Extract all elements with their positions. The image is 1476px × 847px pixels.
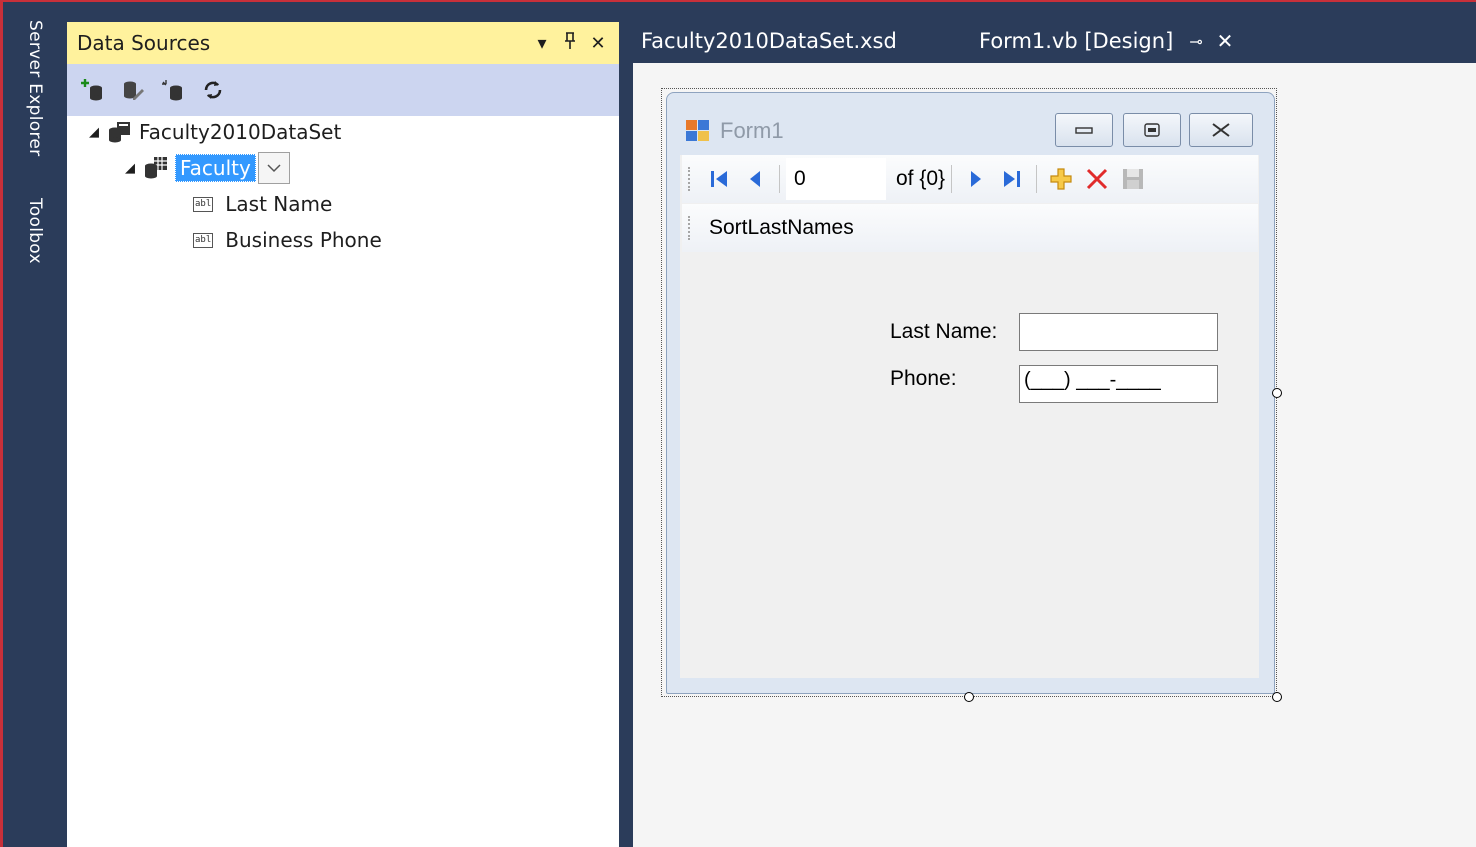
count-label: of {0} <box>896 167 946 190</box>
move-first-icon <box>711 171 727 187</box>
maximize-button[interactable] <box>1123 113 1181 147</box>
last-name-label: Last Name: <box>890 320 998 343</box>
toolstrip-grip[interactable] <box>688 216 693 240</box>
expand-arrow-icon[interactable]: ◢ <box>89 125 107 140</box>
move-last-button[interactable] <box>994 161 1030 197</box>
pin-icon[interactable]: ⊸ <box>1189 32 1202 51</box>
separator <box>951 165 953 193</box>
move-previous-icon <box>750 171 760 187</box>
save-button[interactable] <box>1115 161 1151 197</box>
delete-button[interactable] <box>1079 161 1115 197</box>
data-sources-header: Data Sources ▾ ✕ <box>67 22 619 64</box>
resize-handle-right[interactable] <box>1272 388 1282 398</box>
position-textbox[interactable]: 0 <box>786 158 886 200</box>
tab-dataset-xsd[interactable]: Faculty2010DataSet.xsd <box>641 22 897 60</box>
tree-item-table[interactable]: ◢ Faculty <box>125 152 290 184</box>
panel-splitter[interactable] <box>619 2 633 847</box>
menu-strip: SortLastNames <box>682 204 1258 252</box>
move-last-icon <box>1004 171 1021 187</box>
dropdown-arrow-icon[interactable]: ▾ <box>533 33 551 54</box>
window-frame-top <box>0 0 1476 2</box>
data-sources-title: Data Sources <box>77 31 211 55</box>
dataset-icon <box>107 121 131 143</box>
minimize-button[interactable] <box>1055 113 1113 147</box>
field-label: Business Phone <box>225 228 382 252</box>
table-label-selected[interactable]: Faculty <box>175 154 256 182</box>
close-icon[interactable]: ✕ <box>589 33 607 54</box>
phone-masked-textbox[interactable]: (___) ___-____ <box>1019 365 1218 403</box>
form-title: Form1 <box>720 118 784 143</box>
field-label: Last Name <box>225 192 333 216</box>
refresh-icon[interactable] <box>201 78 225 102</box>
close-icon <box>1212 123 1230 137</box>
toolstrip-grip[interactable] <box>688 167 693 191</box>
separator <box>779 165 780 193</box>
form-icon <box>686 120 710 142</box>
side-tool-strip: Server Explorer Toolbox <box>3 2 65 847</box>
menu-item-sort-last-names[interactable]: SortLastNames <box>709 216 854 240</box>
chevron-down-icon <box>267 164 281 173</box>
tree-item-field[interactable]: abl Last Name <box>193 192 332 216</box>
resize-handle-bottom[interactable] <box>964 692 974 702</box>
separator <box>1036 165 1038 193</box>
tree-item-dataset[interactable]: ◢ Faculty2010DataSet <box>89 120 341 144</box>
tab-label: Form1.vb [Design] <box>979 29 1174 53</box>
phone-label: Phone: <box>890 367 957 390</box>
add-data-source-icon[interactable] <box>81 78 105 102</box>
dataset-label: Faculty2010DataSet <box>139 120 342 144</box>
expand-arrow-icon[interactable]: ◢ <box>125 161 143 176</box>
add-new-button[interactable] <box>1043 161 1079 197</box>
last-name-textbox[interactable] <box>1019 313 1218 351</box>
tab-form-design[interactable]: Form1.vb [Design] ⊸ ✕ <box>979 22 1233 60</box>
move-next-icon <box>971 171 982 187</box>
form-titlebar: Form1 <box>686 118 784 144</box>
resize-handle-corner[interactable] <box>1272 692 1282 702</box>
data-sources-panel: Data Sources ▾ ✕ ◢ Faculty2010DataSet ◢ … <box>67 22 619 847</box>
table-icon <box>143 156 169 180</box>
tree-item-field[interactable]: abl Business Phone <box>193 228 382 252</box>
textbox-field-icon: abl <box>193 196 214 212</box>
maximize-icon <box>1144 123 1160 137</box>
edit-dataset-icon[interactable] <box>121 78 145 102</box>
close-button[interactable] <box>1189 113 1253 147</box>
server-explorer-tab[interactable]: Server Explorer <box>25 20 45 156</box>
textbox-field-icon: abl <box>193 232 214 248</box>
configure-dataset-icon[interactable] <box>161 78 185 102</box>
move-next-button[interactable] <box>958 161 994 197</box>
toolbox-tab[interactable]: Toolbox <box>25 198 45 264</box>
table-dropdown-button[interactable] <box>257 152 290 184</box>
data-sources-toolbar <box>67 64 619 116</box>
binding-navigator: 0 of {0} <box>682 155 1258 203</box>
pin-icon[interactable] <box>561 31 579 55</box>
tab-label: Faculty2010DataSet.xsd <box>641 29 897 53</box>
add-icon <box>1050 168 1072 190</box>
delete-icon <box>1087 168 1108 190</box>
minimize-icon <box>1075 127 1093 134</box>
save-icon <box>1123 169 1144 189</box>
close-icon[interactable]: ✕ <box>1217 29 1234 53</box>
move-previous-button[interactable] <box>737 161 773 197</box>
move-first-button[interactable] <box>701 161 737 197</box>
